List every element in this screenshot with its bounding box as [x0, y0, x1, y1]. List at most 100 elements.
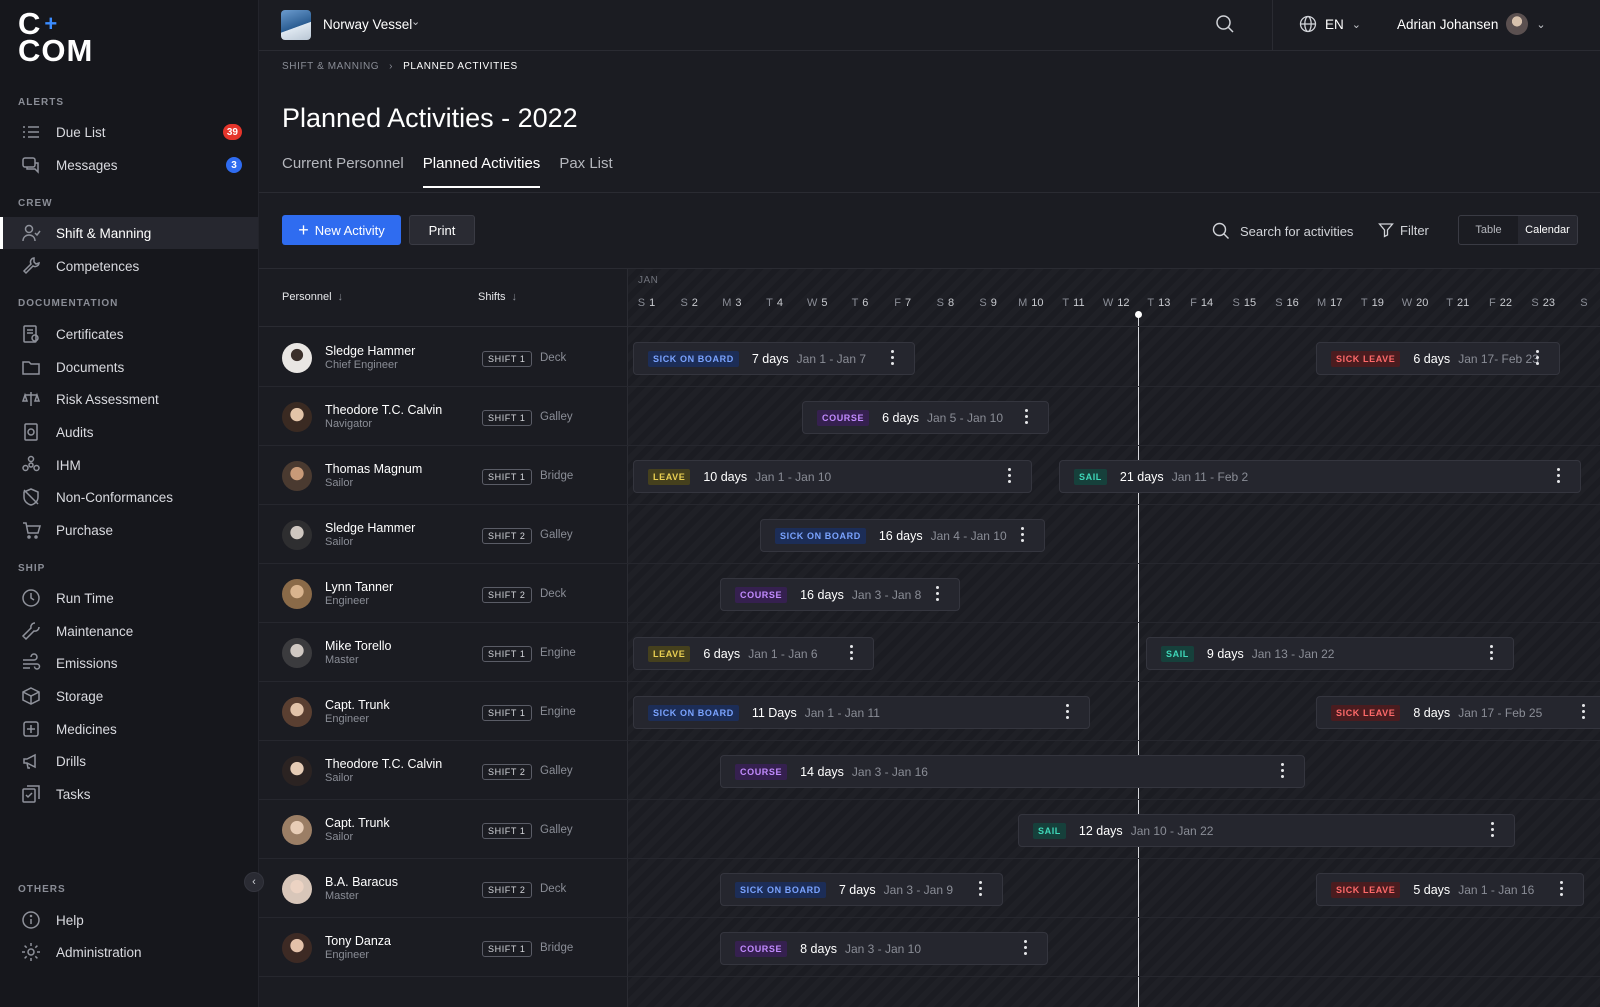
chevron-down-icon[interactable]: ⌄ — [411, 15, 420, 28]
sidebar-item-competences[interactable]: Competences — [0, 250, 258, 282]
search-icon[interactable] — [1215, 14, 1235, 37]
activity-bar[interactable]: SICK ON BOARD 16 days Jan 4 - Jan 10 — [760, 519, 1045, 552]
personnel-name[interactable]: Sledge Hammer — [325, 521, 415, 535]
user-menu[interactable]: Adrian Johansen ⌄ — [1397, 13, 1546, 35]
more-options-icon[interactable] — [978, 881, 982, 896]
table-row[interactable]: Capt. Trunk Engineer SHIFT 1 Engine SICK ON … — [259, 681, 1600, 741]
activity-bar[interactable]: SICK ON BOARD 7 days Jan 1 - Jan 7 — [633, 342, 915, 375]
new-activity-button[interactable]: + New Activity — [282, 215, 401, 245]
sidebar-item-label: Certificates — [56, 326, 124, 342]
more-options-icon[interactable] — [1007, 468, 1011, 483]
view-table-button[interactable]: Table — [1459, 216, 1518, 244]
plus-icon: + — [298, 220, 309, 240]
more-options-icon[interactable] — [1559, 881, 1563, 896]
more-options-icon[interactable] — [1581, 704, 1585, 719]
more-options-icon[interactable] — [1065, 704, 1069, 719]
activity-bar[interactable]: SICK LEAVE 8 days Jan 17 - Feb 25 — [1316, 696, 1600, 729]
sidebar-item-run-time[interactable]: Run Time — [0, 582, 258, 614]
table-row[interactable]: Tony Danza Engineer SHIFT 1 Bridge COURSE 8 d… — [259, 917, 1600, 977]
collapse-sidebar-button[interactable]: ‹ — [244, 872, 264, 892]
personnel-name[interactable]: Thomas Magnum — [325, 462, 422, 476]
column-header-shifts[interactable]: Shifts ↓ — [478, 291, 517, 303]
activity-bar[interactable]: SICK LEAVE 6 days Jan 17- Feb 23 — [1316, 342, 1560, 375]
more-options-icon[interactable] — [1489, 645, 1493, 660]
sidebar-item-documents[interactable]: Documents — [0, 351, 258, 383]
app-logo[interactable]: C + COM — [18, 8, 93, 66]
sidebar-item-shift-manning[interactable]: Shift & Manning — [0, 217, 258, 249]
sidebar-item-help[interactable]: Help — [0, 904, 258, 936]
activity-bar[interactable]: COURSE 14 days Jan 3 - Jan 16 — [720, 755, 1305, 788]
sidebar-item-purchase[interactable]: Purchase — [0, 514, 258, 546]
sidebar-item-tasks[interactable]: Tasks — [0, 778, 258, 810]
more-options-icon[interactable] — [1490, 822, 1494, 837]
sidebar-item-certificates[interactable]: Certificates — [0, 318, 258, 350]
vessel-selector[interactable]: Norway Vessel — [323, 17, 412, 32]
more-options-icon[interactable] — [1024, 409, 1028, 424]
sidebar-item-non-conformances[interactable]: Non-Conformances — [0, 481, 258, 513]
personnel-name[interactable]: Mike Torello — [325, 639, 391, 653]
activity-bar[interactable]: LEAVE 6 days Jan 1 - Jan 6 — [633, 637, 874, 670]
clock-icon — [20, 587, 42, 609]
more-options-icon[interactable] — [1020, 527, 1024, 542]
sidebar-item-medicines[interactable]: Medicines — [0, 713, 258, 745]
table-row[interactable]: Theodore T.C. Calvin Sailor SHIFT 2 Galley C… — [259, 740, 1600, 800]
column-header-personnel[interactable]: Personnel ↓ — [282, 291, 343, 303]
more-options-icon[interactable] — [1280, 763, 1284, 778]
sidebar-item-emissions[interactable]: Emissions — [0, 647, 258, 679]
activity-bar[interactable]: SAIL 9 days Jan 13 - Jan 22 — [1146, 637, 1514, 670]
activity-bar[interactable]: COURSE 6 days Jan 5 - Jan 10 — [802, 401, 1049, 434]
sidebar-item-storage[interactable]: Storage — [0, 680, 258, 712]
activity-bar[interactable]: SICK LEAVE 5 days Jan 1 - Jan 16 — [1316, 873, 1584, 906]
activity-bar[interactable]: SAIL 21 days Jan 11 - Feb 2 — [1059, 460, 1581, 493]
personnel-name[interactable]: B.A. Baracus — [325, 875, 398, 889]
activity-bar[interactable]: SAIL 12 days Jan 10 - Jan 22 — [1018, 814, 1515, 847]
tab-planned-activities[interactable]: Planned Activities — [422, 155, 541, 188]
personnel-name[interactable]: Capt. Trunk — [325, 816, 390, 830]
sidebar-item-due-list[interactable]: Due List 39 — [0, 116, 258, 148]
activity-bar[interactable]: COURSE 8 days Jan 3 - Jan 10 — [720, 932, 1048, 965]
more-options-icon[interactable] — [849, 645, 853, 660]
table-row[interactable]: B.A. Baracus Master SHIFT 2 Deck SICK ON BOA… — [259, 858, 1600, 918]
tab-pax-list[interactable]: Pax List — [559, 155, 612, 188]
tab-current-personnel[interactable]: Current Personnel — [282, 155, 404, 188]
sidebar-item-audits[interactable]: Audits — [0, 416, 258, 448]
activity-search[interactable]: Search for activities — [1212, 222, 1353, 240]
more-options-icon[interactable] — [1023, 940, 1027, 955]
table-row[interactable]: Sledge Hammer Sailor SHIFT 2 Galley SICK ON … — [259, 504, 1600, 564]
activity-bar[interactable]: LEAVE 10 days Jan 1 - Jan 10 — [633, 460, 1032, 493]
sidebar-item-maintenance[interactable]: Maintenance — [0, 615, 258, 647]
sidebar-item-drills[interactable]: Drills — [0, 745, 258, 777]
filter-button[interactable]: Filter — [1378, 222, 1429, 238]
personnel-name[interactable]: Theodore T.C. Calvin — [325, 403, 442, 417]
sidebar-item-administration[interactable]: Administration — [0, 936, 258, 968]
table-row[interactable]: Lynn Tanner Engineer SHIFT 2 Deck COURSE 16 d… — [259, 563, 1600, 623]
sidebar-item-risk-assessment[interactable]: Risk Assessment — [0, 383, 258, 415]
personnel-name[interactable]: Tony Danza — [325, 934, 391, 948]
personnel-name[interactable]: Sledge Hammer — [325, 344, 415, 358]
print-button[interactable]: Print — [409, 215, 475, 245]
activity-duration: 16 days — [878, 528, 923, 543]
view-toggle: Table Calendar — [1458, 215, 1578, 245]
table-row[interactable]: Capt. Trunk Sailor SHIFT 1 Galley SAIL 12 day… — [259, 799, 1600, 859]
more-options-icon[interactable] — [1535, 350, 1539, 365]
personnel-name[interactable]: Theodore T.C. Calvin — [325, 757, 442, 771]
table-row[interactable]: Mike Torello Master SHIFT 1 Engine LEAVE 6 da… — [259, 622, 1600, 682]
table-row[interactable]: Thomas Magnum Sailor SHIFT 1 Bridge LEAVE 10 … — [259, 445, 1600, 505]
table-row[interactable]: Theodore T.C. Calvin Navigator SHIFT 1 Gall… — [259, 386, 1600, 446]
sidebar-item-ihm[interactable]: IHM — [0, 449, 258, 481]
sidebar-item-label: Medicines — [56, 721, 117, 737]
more-options-icon[interactable] — [1556, 468, 1560, 483]
breadcrumb-parent[interactable]: SHIFT & MANNING — [282, 61, 379, 72]
more-options-icon[interactable] — [890, 350, 894, 365]
activity-bar[interactable]: COURSE 16 days Jan 3 - Jan 8 — [720, 578, 960, 611]
personnel-name[interactable]: Capt. Trunk — [325, 698, 390, 712]
view-calendar-button[interactable]: Calendar — [1518, 216, 1577, 244]
table-row[interactable]: Sledge Hammer Chief Engineer SHIFT 1 Deck SI… — [259, 327, 1600, 387]
activity-bar[interactable]: SICK ON BOARD 11 Days Jan 1 - Jan 11 — [633, 696, 1090, 729]
activity-dates: Jan 1 - Jan 16 — [1458, 882, 1535, 897]
language-selector[interactable]: EN ⌄ — [1299, 15, 1361, 33]
personnel-name[interactable]: Lynn Tanner — [325, 580, 393, 594]
more-options-icon[interactable] — [935, 586, 939, 601]
sidebar-item-messages[interactable]: Messages 3 — [0, 149, 258, 181]
activity-bar[interactable]: SICK ON BOARD 7 days Jan 3 - Jan 9 — [720, 873, 1003, 906]
